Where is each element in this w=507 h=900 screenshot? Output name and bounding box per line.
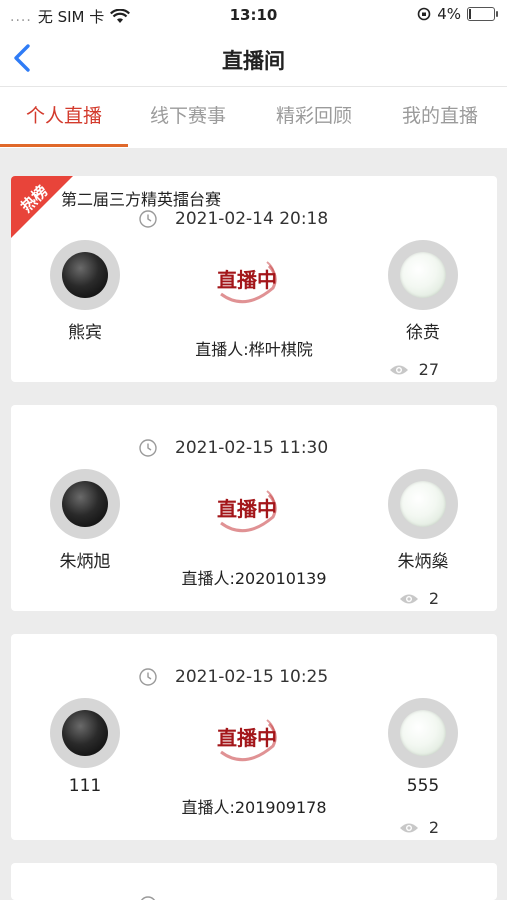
tab-my-live[interactable]: 我的直播: [380, 101, 500, 128]
streamer-label: 直播人:桦叶棋院: [195, 340, 313, 359]
clock-icon: [139, 668, 157, 686]
tab-personal-live[interactable]: 个人直播: [4, 101, 124, 128]
tab-bar: 个人直播 线下赛事 精彩回顾 我的直播: [0, 86, 507, 148]
white-stone-avatar: [388, 469, 458, 539]
event-name: 第二届三方精英擂台赛: [61, 190, 222, 209]
live-label: 直播中: [217, 268, 277, 292]
black-stone-avatar: [50, 469, 120, 539]
black-player-name: 111: [68, 776, 102, 796]
stream-card[interactable]: 2021-02-15 10:25 111 直播中 555 直播人:2019091…: [11, 634, 497, 840]
page-title: 直播间: [222, 49, 285, 73]
tab-offline-events[interactable]: 线下赛事: [128, 101, 248, 128]
streamer-label: 直播人:201909178: [181, 798, 327, 817]
stream-time: 2021-02-14 20:18: [175, 209, 329, 229]
streamer-label: 直播人:202010139: [181, 569, 327, 588]
black-stone-avatar: [50, 240, 120, 310]
view-count: 2: [399, 589, 439, 608]
clock-icon: [139, 210, 157, 228]
view-count-value: 2: [428, 589, 439, 608]
clock-icon: [140, 896, 156, 900]
white-player-name: 555: [406, 776, 440, 796]
status-right: 4%: [417, 5, 498, 23]
stream-time-row: 2021-02-14 20:18: [139, 209, 328, 229]
eye-icon: [399, 823, 418, 832]
view-count-value: 2: [428, 818, 439, 837]
stream-card[interactable]: [11, 863, 497, 900]
clock-icon: [139, 439, 157, 457]
stream-card[interactable]: 热榜 第二届三方精英擂台赛 2021-02-14 20:18 熊宾 直播中 徐贲…: [11, 176, 497, 382]
stream-time: 2021-02-15 10:25: [175, 667, 329, 687]
battery-icon: [467, 7, 498, 21]
black-stone-avatar: [50, 698, 120, 768]
active-tab-indicator: [0, 144, 128, 147]
view-count: 27: [389, 360, 439, 379]
white-stone-avatar: [388, 698, 458, 768]
view-count: 2: [399, 818, 439, 837]
eye-icon: [389, 365, 408, 374]
live-stamp: 直播中: [207, 712, 287, 764]
stream-card[interactable]: 2021-02-15 11:30 朱炳旭 直播中 朱炳燊 直播人:2020101…: [11, 405, 497, 611]
view-count-value: 27: [418, 360, 439, 379]
orientation-lock-icon: [417, 7, 431, 21]
live-stamp: 直播中: [207, 483, 287, 535]
navigation-bar: 直播间: [0, 30, 507, 86]
status-bar: .... 无 SIM 卡 13:10 4%: [0, 0, 507, 30]
stream-time: 2021-02-15 11:30: [175, 438, 329, 458]
stream-time-row: 2021-02-15 11:30: [139, 438, 328, 458]
live-label: 直播中: [217, 726, 277, 750]
tab-highlights[interactable]: 精彩回顾: [254, 101, 374, 128]
eye-icon: [399, 594, 418, 603]
stream-time-row: 2021-02-15 10:25: [139, 667, 328, 687]
live-stamp: 直播中: [207, 254, 287, 306]
battery-percent: 4%: [437, 5, 461, 23]
white-stone-avatar: [388, 240, 458, 310]
live-label: 直播中: [217, 497, 277, 521]
